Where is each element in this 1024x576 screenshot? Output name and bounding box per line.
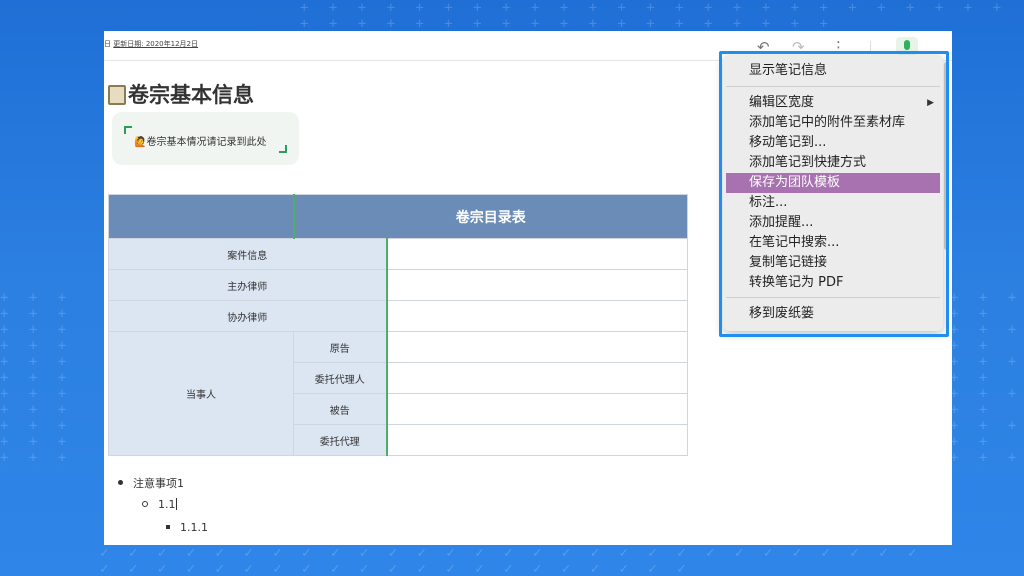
highlight-frame [719,51,949,337]
value-cell[interactable] [385,331,688,363]
catalog-table: 卷宗目录表 案件信息 主办律师 协办律师 当事人 原告 委托代理人 被告 委托代 [108,194,688,456]
update-date-link[interactable]: 更新日期: 2020年12月2日 [113,40,198,48]
page-title[interactable]: 卷宗基本信息 [108,79,254,109]
background-plus-pattern: + + + + + + + + + + + + + + + + + + + + + +… [0,290,73,470]
table-row: 当事人 原告 [108,331,688,456]
value-cell[interactable] [385,269,688,301]
table-row: 协办律师 [108,300,688,332]
value-cell[interactable] [385,424,688,456]
value-cell[interactable] [385,238,688,270]
value-cell[interactable] [385,300,688,332]
list-item[interactable]: 1.1 [142,498,177,511]
row-label-assist-lawyer[interactable]: 协办律师 [108,300,387,332]
bracket-close-icon [279,145,287,153]
row-label-defendant-agent[interactable]: 委托代理 [293,424,387,456]
list-item-text: 注意事项1 [133,477,184,490]
list-item[interactable]: 1.1.1 [166,521,208,534]
background-check-pattern: ✓ ✓ ✓ ✓ ✓ ✓ ✓ ✓ ✓ ✓ ✓ ✓ ✓ ✓ ✓ ✓ ✓ ✓ ✓ ✓ … [100,545,923,576]
table-row: 卷宗目录表 [108,194,688,239]
clipboard-icon [108,85,126,105]
list-item-text: 1.1.1 [180,521,208,534]
background-plus-pattern: + + + + + + + + + + + + + + + + + + + + … [300,0,1008,30]
callout-block[interactable]: 🙋卷宗基本情况请记录到此处 [112,112,299,165]
row-label-plaintiff-agent[interactable]: 委托代理人 [293,362,387,394]
update-prefix: 日 [104,40,111,48]
row-label-defendant[interactable]: 被告 [293,393,387,425]
page-title-text: 卷宗基本信息 [128,83,254,107]
bracket-open-icon [124,126,132,134]
row-label-lead-lawyer[interactable]: 主办律师 [108,269,387,301]
table-row: 主办律师 [108,269,688,301]
value-cell[interactable] [385,362,688,394]
background-plus-pattern: + + + + + + + + + + + + + + + + + + + + + + … [950,290,1023,470]
value-cell[interactable] [385,393,688,425]
table-header-title[interactable]: 卷宗目录表 [292,194,688,239]
table-row: 案件信息 [108,238,688,270]
update-date: 日 更新日期: 2020年12月2日 [104,39,198,49]
list-item[interactable]: 注意事项1 [118,475,184,491]
bullet-square-icon [166,525,170,529]
row-label-case-info[interactable]: 案件信息 [108,238,387,270]
table-header-cell[interactable] [108,194,294,239]
bullet-circle-icon [142,501,148,507]
row-label-plaintiff[interactable]: 原告 [293,331,387,363]
callout-text: 🙋卷宗基本情况请记录到此处 [134,137,267,148]
row-label-party[interactable]: 当事人 [108,331,294,456]
text-cursor [175,498,177,510]
list-item-text: 1.1 [158,498,176,511]
bullet-dot-icon [118,480,123,485]
